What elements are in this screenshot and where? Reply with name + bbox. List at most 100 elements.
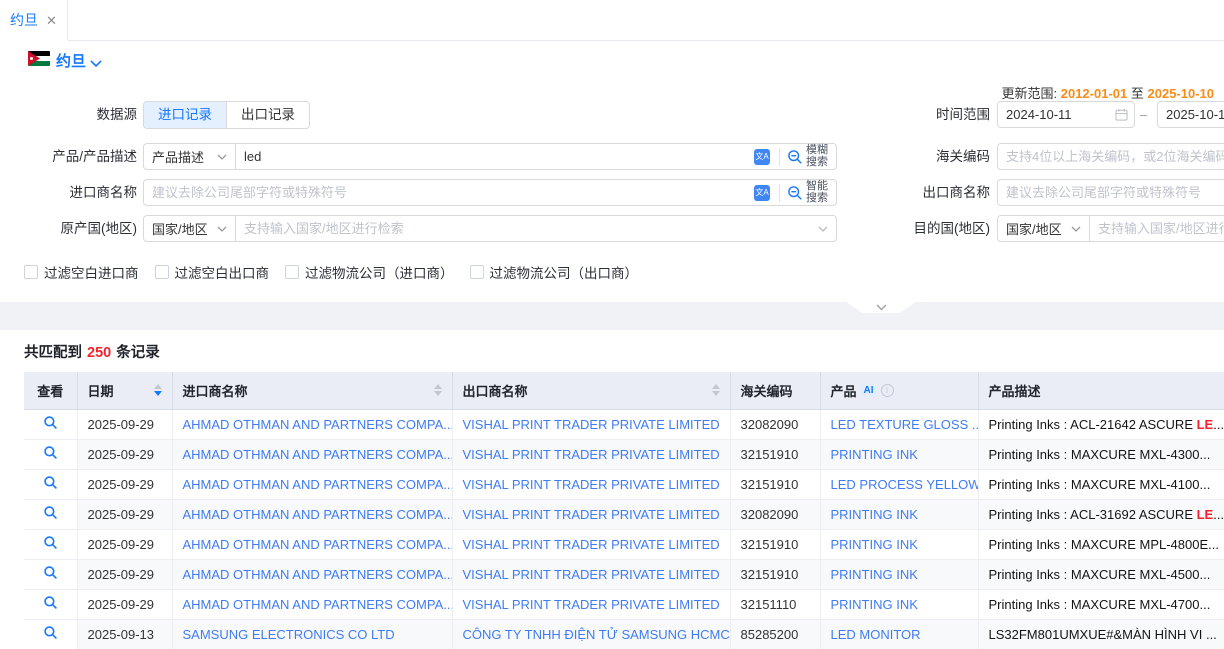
view-search-icon — [43, 535, 58, 550]
importer-link[interactable]: AHMAD OTHMAN AND PARTNERS COMPA... — [183, 417, 453, 432]
view-record-button[interactable] — [24, 439, 77, 469]
product-link[interactable]: LED TEXTURE GLOSS ... — [831, 417, 979, 432]
desc-text: Printing Inks : MAXCURE MXL-4500... — [989, 567, 1211, 582]
product-cell: PRINTING INK — [820, 589, 978, 619]
exporter-link[interactable]: VISHAL PRINT TRADER PRIVATE LIMITED — [463, 447, 720, 462]
desc-text: Printing Inks : MAXCURE MXL-4300... — [989, 447, 1211, 462]
exporter-field[interactable] — [997, 179, 1224, 206]
sort-icons-importer[interactable] — [434, 384, 442, 396]
checkbox-icon[interactable] — [155, 265, 169, 279]
exporter-link[interactable]: VISHAL PRINT TRADER PRIVATE LIMITED — [463, 477, 720, 492]
header-date-label: 日期 — [88, 381, 114, 400]
ai-badge: AI — [861, 384, 877, 397]
product-cell: PRINTING INK — [820, 499, 978, 529]
dest-country-select[interactable]: 国家/地区 — [998, 216, 1090, 241]
dest-country-label: 目的国(地区) — [846, 215, 990, 242]
checkbox-filter-logistics-importer[interactable]: 过滤物流公司（进口商） — [285, 262, 454, 282]
product-link[interactable]: PRINTING INK — [831, 597, 918, 612]
origin-country-input[interactable] — [236, 216, 818, 241]
product-link[interactable]: PRINTING INK — [831, 507, 918, 522]
product-link[interactable]: LED PROCESS YELLOW... — [831, 477, 979, 492]
header-hs-code: 海关编码 — [730, 372, 820, 409]
dest-country-input[interactable] — [1090, 216, 1224, 241]
hs-code-cell: 32151910 — [730, 469, 820, 499]
checkbox-filter-blank-exporter[interactable]: 过滤空白出口商 — [155, 262, 270, 282]
chevron-down-icon[interactable] — [818, 226, 828, 232]
date-end-input[interactable] — [1158, 102, 1224, 127]
fuzzy-search-button[interactable]: 模糊搜索 — [787, 145, 836, 168]
table-row: 2025-09-29 AHMAD OTHMAN AND PARTNERS COM… — [24, 559, 1224, 589]
view-record-button[interactable] — [24, 499, 77, 529]
header-product-label: 产品 — [831, 381, 857, 400]
smart-search-button[interactable]: 智能搜索 — [787, 181, 836, 204]
exporter-link[interactable]: VISHAL PRINT TRADER PRIVATE LIMITED — [463, 417, 720, 432]
hs-code-cell: 32082090 — [730, 409, 820, 439]
product-link[interactable]: PRINTING INK — [831, 537, 918, 552]
translate-icon[interactable]: 文A — [754, 149, 770, 165]
date-end-field[interactable] — [1157, 101, 1224, 128]
importer-link[interactable]: AHMAD OTHMAN AND PARTNERS COMPA... — [183, 507, 453, 522]
importer-link[interactable]: AHMAD OTHMAN AND PARTNERS COMPA... — [183, 477, 453, 492]
product-desc-cell: Printing Inks : MAXCURE MXL-4700... — [978, 589, 1224, 619]
origin-country-select[interactable]: 国家/地区 — [144, 216, 236, 241]
importer-cell: AHMAD OTHMAN AND PARTNERS COMPA... — [172, 589, 452, 619]
tab-export-records[interactable]: 出口记录 — [226, 102, 309, 128]
table-row: 2025-09-29 AHMAD OTHMAN AND PARTNERS COM… — [24, 589, 1224, 619]
checkbox-icon[interactable] — [285, 265, 299, 279]
importer-link[interactable]: SAMSUNG ELECTRONICS CO LTD — [183, 627, 395, 642]
importer-link[interactable]: AHMAD OTHMAN AND PARTNERS COMPA... — [183, 597, 453, 612]
date-cell: 2025-09-29 — [77, 409, 172, 439]
view-record-button[interactable] — [24, 619, 77, 649]
product-cell: LED MONITOR — [820, 619, 978, 649]
hs-code-input[interactable] — [998, 144, 1224, 169]
checkbox-filter-blank-importer[interactable]: 过滤空白进口商 — [24, 262, 139, 282]
view-record-button[interactable] — [24, 589, 77, 619]
importer-link[interactable]: AHMAD OTHMAN AND PARTNERS COMPA... — [183, 537, 453, 552]
country-name[interactable]: 约旦 — [56, 50, 86, 71]
tab-import-records[interactable]: 进口记录 — [144, 102, 226, 128]
header-exporter[interactable]: 出口商名称 — [452, 372, 730, 409]
exporter-link[interactable]: CÔNG TY TNHH ĐIỆN TỬ SAMSUNG HCMC... — [463, 627, 731, 642]
exporter-link[interactable]: VISHAL PRINT TRADER PRIVATE LIMITED — [463, 567, 720, 582]
header-importer[interactable]: 进口商名称 — [172, 372, 452, 409]
close-icon[interactable]: ✕ — [46, 14, 57, 27]
product-desc-cell: Printing Inks : MAXCURE MXL-4500... — [978, 559, 1224, 589]
checkbox-filter-logistics-exporter[interactable]: 过滤物流公司（出口商） — [470, 262, 639, 282]
exporter-cell: VISHAL PRINT TRADER PRIVATE LIMITED — [452, 409, 730, 439]
exporter-link[interactable]: VISHAL PRINT TRADER PRIVATE LIMITED — [463, 597, 720, 612]
tab-jordan[interactable]: 约旦 ✕ — [0, 0, 68, 40]
divider — [779, 184, 780, 202]
results-panel: 共匹配到250条记录 查看 日期 — [0, 330, 1224, 649]
view-record-button[interactable] — [24, 559, 77, 589]
sort-icons-date[interactable] — [154, 384, 162, 396]
date-start-input[interactable] — [998, 102, 1115, 127]
exporter-input[interactable] — [998, 180, 1224, 205]
hs-code-field[interactable] — [997, 143, 1224, 170]
product-type-select[interactable]: 产品描述 — [144, 144, 236, 169]
product-link[interactable]: PRINTING INK — [831, 567, 918, 582]
product-link[interactable]: LED MONITOR — [831, 627, 921, 642]
info-icon[interactable]: i — [881, 384, 894, 397]
product-link[interactable]: PRINTING INK — [831, 447, 918, 462]
update-range-start: 2012-01-01 — [1061, 86, 1128, 101]
checkbox-icon[interactable] — [24, 265, 38, 279]
summary-prefix: 共匹配到 — [24, 345, 82, 361]
importer-link[interactable]: AHMAD OTHMAN AND PARTNERS COMPA... — [183, 567, 453, 582]
header-date[interactable]: 日期 — [77, 372, 172, 409]
view-record-button[interactable] — [24, 469, 77, 499]
importer-link[interactable]: AHMAD OTHMAN AND PARTNERS COMPA... — [183, 447, 453, 462]
sort-icons-exporter[interactable] — [712, 384, 720, 396]
view-record-button[interactable] — [24, 409, 77, 439]
product-search-input[interactable] — [236, 144, 752, 169]
table-row: 2025-09-29 AHMAD OTHMAN AND PARTNERS COM… — [24, 409, 1224, 439]
exporter-link[interactable]: VISHAL PRINT TRADER PRIVATE LIMITED — [463, 507, 720, 522]
translate-icon[interactable]: 文A — [754, 185, 770, 201]
chevron-down-icon[interactable] — [90, 55, 102, 73]
product-desc-cell: Printing Inks : ACL-31692 ASCURE LE... — [978, 499, 1224, 529]
exporter-link[interactable]: VISHAL PRINT TRADER PRIVATE LIMITED — [463, 537, 720, 552]
importer-input[interactable] — [144, 180, 752, 205]
desc-text: Printing Inks : MAXCURE MPL-4800E... — [989, 537, 1219, 552]
view-record-button[interactable] — [24, 529, 77, 559]
date-start-field[interactable] — [997, 101, 1135, 128]
checkbox-icon[interactable] — [470, 265, 484, 279]
